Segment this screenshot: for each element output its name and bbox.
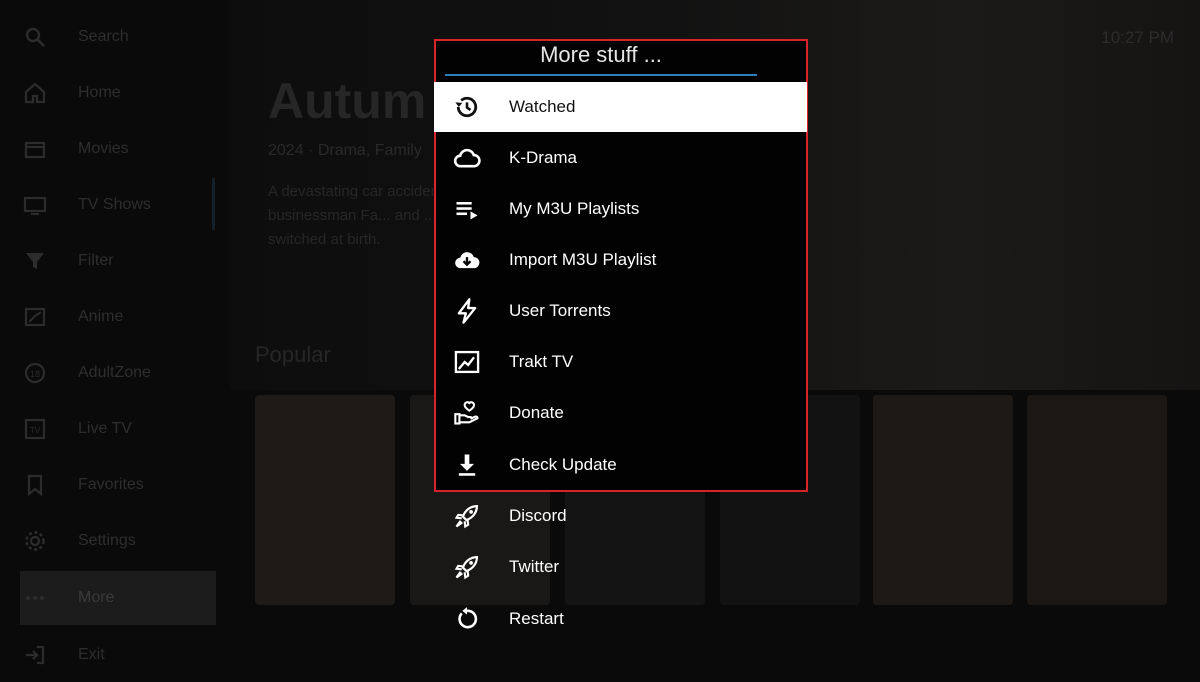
sidebar-item-label: Favorites: [78, 476, 144, 493]
menu-item-label: Import M3U Playlist: [509, 250, 657, 269]
rocket-icon: [452, 501, 482, 531]
sidebar-item-tv-shows[interactable]: TV Shows: [20, 178, 216, 232]
sidebar-item-more[interactable]: More: [20, 571, 216, 625]
menu-item-label: Check Update: [509, 455, 617, 474]
adult-icon: 18: [22, 360, 48, 386]
menu-item-label: Twitter: [509, 557, 560, 576]
movie-icon: [22, 136, 48, 162]
menu-item-donate[interactable]: Donate: [434, 388, 807, 438]
menu-item-restart[interactable]: Restart: [434, 594, 807, 644]
menu-item-twitter[interactable]: Twitter: [434, 542, 807, 592]
sidebar-item-filter[interactable]: Filter: [20, 234, 216, 288]
menu-item-user-torrents[interactable]: User Torrents: [434, 286, 807, 336]
poster[interactable]: [1027, 395, 1167, 605]
sidebar-scroll-indicator: [212, 178, 215, 230]
menu-item-label: Donate: [509, 403, 564, 422]
playlist-icon: [452, 194, 482, 224]
sidebar-item-label: Movies: [78, 140, 129, 157]
sidebar-item-label: Search: [78, 28, 129, 45]
menu-item-label: Watched: [509, 97, 576, 116]
live-tv-icon: TV: [22, 416, 48, 442]
cloud-download-icon: [452, 245, 482, 275]
clock: 10:27 PM: [1101, 28, 1174, 47]
menu-item-my-m3u-playlists[interactable]: My M3U Playlists: [434, 184, 807, 234]
sidebar-item-live-tv[interactable]: TV Live TV: [20, 402, 216, 456]
cloud-icon: [452, 143, 482, 173]
section-title: Popular: [255, 342, 331, 367]
sidebar-item-settings[interactable]: Settings: [20, 514, 216, 568]
menu-item-trakt-tv[interactable]: Trakt TV: [434, 337, 807, 387]
filter-icon: [22, 248, 48, 274]
menu-item-discord[interactable]: Discord: [434, 491, 807, 541]
menu-item-watched[interactable]: Watched: [434, 82, 807, 132]
sidebar-item-home[interactable]: Home: [20, 66, 216, 120]
hero-title: Autum: [268, 73, 427, 129]
more-icon: [22, 585, 48, 611]
sidebar-item-label: Home: [78, 84, 121, 101]
anime-icon: [22, 304, 48, 330]
poster[interactable]: [255, 395, 395, 605]
sidebar-item-label: Anime: [78, 308, 124, 325]
sidebar-item-label: TV Shows: [78, 196, 151, 213]
svg-text:18: 18: [30, 369, 40, 379]
gear-icon: [22, 528, 48, 554]
menu-item-label: Restart: [509, 609, 564, 628]
sidebar-item-label: More: [78, 589, 115, 606]
menu-item-k-drama[interactable]: K-Drama: [434, 133, 807, 183]
sidebar-item-adultzone[interactable]: 18 AdultZone: [20, 346, 216, 400]
donate-heart-hand-icon: [452, 398, 482, 428]
menu-item-label: Trakt TV: [509, 352, 574, 371]
restart-icon: [452, 604, 482, 634]
sidebar-item-favorites[interactable]: Favorites: [20, 458, 216, 512]
menu-item-label: My M3U Playlists: [509, 199, 640, 218]
sidebar-item-movies[interactable]: Movies: [20, 122, 216, 176]
menu-item-import-m3u-playlist[interactable]: Import M3U Playlist: [434, 235, 807, 285]
history-icon: [452, 92, 482, 122]
poster[interactable]: [873, 395, 1013, 605]
sidebar-item-search[interactable]: Search: [20, 10, 216, 64]
trakt-icon: [452, 347, 482, 377]
sidebar-item-label: Filter: [78, 252, 114, 269]
home-icon: [22, 80, 48, 106]
dialog-title: More stuff ...: [445, 40, 757, 76]
menu-item-check-update[interactable]: Check Update: [434, 440, 807, 490]
sidebar: Search Home Movies TV Shows Filter Anime…: [0, 0, 218, 674]
lightning-icon: [452, 296, 482, 326]
hero-meta: 2024 · Drama, Family: [268, 142, 422, 159]
sidebar-item-label: Live TV: [78, 420, 132, 437]
sidebar-item-label: Settings: [78, 532, 136, 549]
sidebar-item-label: Exit: [78, 646, 105, 663]
download-icon: [452, 450, 482, 480]
search-icon: [22, 24, 48, 50]
menu-item-label: K-Drama: [509, 148, 578, 167]
sidebar-item-label: AdultZone: [78, 364, 151, 381]
svg-text:TV: TV: [30, 426, 41, 435]
menu-item-label: Discord: [509, 506, 567, 525]
menu-item-label: User Torrents: [509, 301, 611, 320]
tv-icon: [22, 192, 48, 218]
sidebar-item-anime[interactable]: Anime: [20, 290, 216, 344]
exit-icon: [22, 642, 48, 668]
bookmark-icon: [22, 472, 48, 498]
rocket-icon: [452, 552, 482, 582]
